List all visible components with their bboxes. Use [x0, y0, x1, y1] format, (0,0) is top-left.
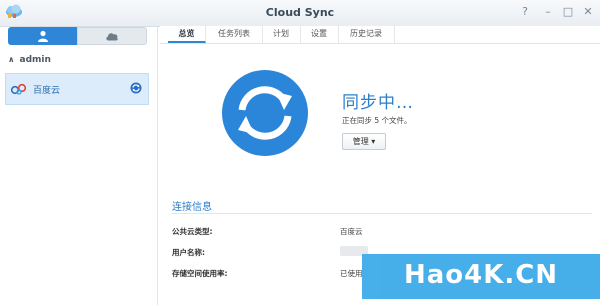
cloud-type-value: 百度云	[340, 227, 363, 236]
sync-status-icon	[222, 70, 308, 156]
tab-task-list[interactable]: 任务列表	[206, 26, 263, 43]
tab-settings[interactable]: 设置	[300, 26, 339, 43]
window-title: Cloud Sync	[265, 6, 335, 19]
watermark-banner: Hao4K.CN	[362, 254, 600, 299]
cloud-type-label: 公共云类型:	[172, 227, 213, 236]
tab-overview[interactable]: 总览	[168, 26, 206, 43]
watermark-text: Hao4K.CN	[403, 260, 559, 290]
sync-icon	[130, 82, 142, 94]
sidebar: ∧ admin 百度云	[0, 27, 158, 305]
tab-history[interactable]: 历史记录	[338, 26, 395, 43]
cloud-icon	[106, 33, 118, 41]
user-view-button[interactable]	[8, 27, 77, 45]
user-icon	[37, 30, 48, 42]
section-title-connection-info: 连接信息	[172, 202, 212, 213]
sync-status-subtitle: 正在同步 5 个文件。	[342, 116, 412, 125]
close-button[interactable]: ✕	[581, 5, 595, 19]
window-titlebar: Cloud Sync ? – □ ✕	[0, 0, 600, 27]
username-label: 用户名称:	[172, 248, 205, 257]
chevron-up-icon: ∧	[8, 55, 15, 64]
tab-bar: 总览 任务列表 计划 设置 历史记录	[160, 26, 600, 44]
user-name: admin	[19, 55, 51, 65]
cloud-view-button[interactable]	[77, 27, 147, 45]
manage-button-label: 管理	[352, 137, 369, 146]
tab-schedule[interactable]: 计划	[262, 26, 301, 43]
maximize-button[interactable]: □	[561, 5, 575, 19]
storage-usage-value: 已使用	[340, 269, 363, 278]
storage-usage-label: 存储空间使用率:	[172, 269, 228, 278]
section-divider	[172, 213, 592, 214]
baidu-cloud-icon	[11, 83, 27, 95]
sync-status-title: 同步中…	[342, 93, 414, 113]
manage-button[interactable]: 管理 ▾	[342, 133, 386, 150]
user-group-admin[interactable]: ∧ admin	[8, 55, 51, 65]
chevron-down-icon: ▾	[368, 137, 376, 146]
connection-item-baidu[interactable]: 百度云	[5, 73, 149, 105]
connection-label: 百度云	[33, 86, 61, 96]
help-button[interactable]: ?	[518, 5, 532, 19]
minimize-button[interactable]: –	[541, 5, 555, 19]
